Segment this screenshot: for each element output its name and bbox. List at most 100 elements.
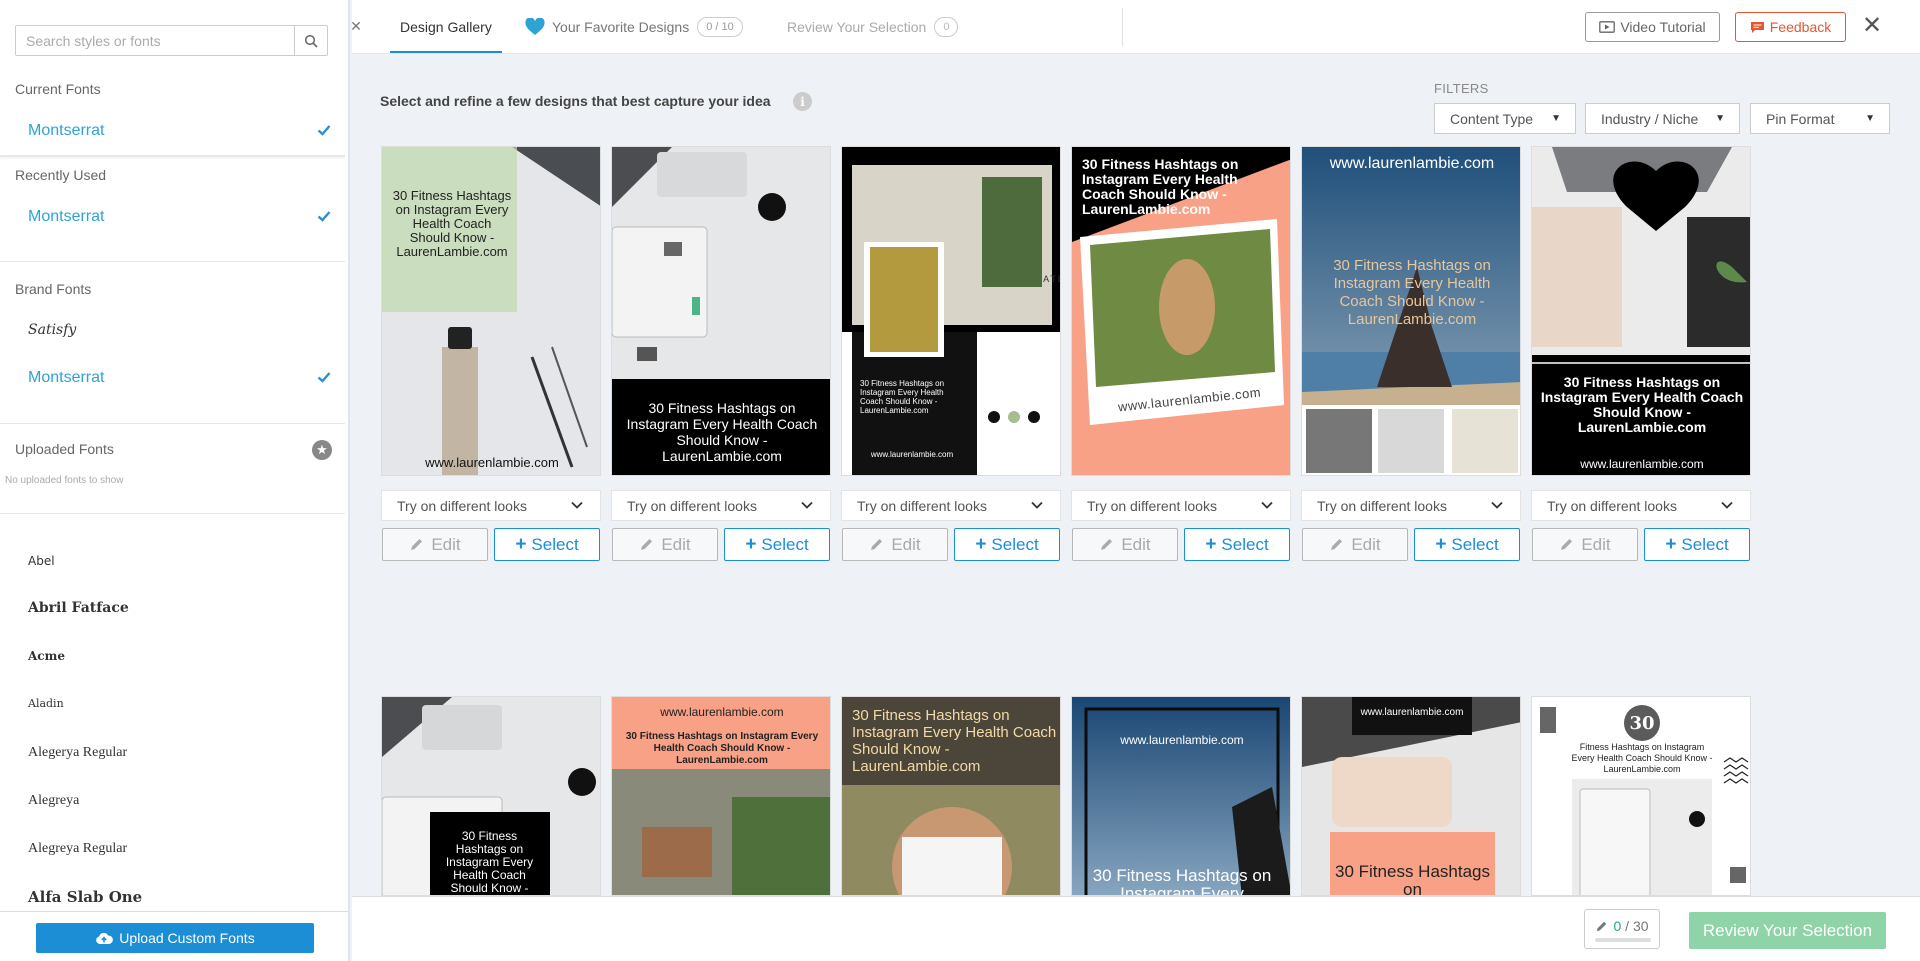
font-list-item[interactable]: Abel <box>28 554 55 568</box>
counter-text: 0 / 30 <box>1613 918 1648 934</box>
tab-review-selection[interactable]: Review Your Selection 0 <box>787 0 959 54</box>
edit-button[interactable]: Edit <box>1302 528 1408 561</box>
close-icon[interactable]: ✕ <box>1860 12 1884 40</box>
heart-icon <box>525 18 545 35</box>
select-button[interactable]: + Select <box>954 528 1060 561</box>
font-list-item[interactable]: Alegreya <box>28 793 79 809</box>
edit-button[interactable]: Edit <box>612 528 718 561</box>
pencil-icon <box>641 539 653 550</box>
chevron-down-icon <box>571 501 583 509</box>
card-url: www.laurenlambie.com <box>1120 733 1244 747</box>
edit-label: Edit <box>661 534 691 554</box>
tab-design-gallery[interactable]: Design Gallery <box>400 0 492 54</box>
card-title: 30 Fitness Hashtags on Instagram Every <box>1092 866 1272 896</box>
select-button[interactable]: + Select <box>1644 528 1750 561</box>
card-url: www.laurenlambie.com <box>425 455 559 470</box>
design-card[interactable]: 30 Fitness Hashtags on Instagram Every H… <box>1531 146 1751 476</box>
font-search-input[interactable] <box>16 26 294 55</box>
search-button[interactable] <box>294 26 327 55</box>
design-card[interactable]: 30 Fitness Hashtags on Instagram Every H… <box>841 696 1061 896</box>
recent-font-label: Montserrat <box>28 208 105 225</box>
divider <box>1122 8 1123 46</box>
brand-font-montserrat[interactable]: Montserrat <box>0 358 345 398</box>
try-looks-dropdown[interactable]: Try on different looks <box>1301 490 1521 521</box>
current-fonts-heading: Current Fonts <box>15 81 101 97</box>
font-search <box>15 25 328 56</box>
bottom-bar: 0 / 30 Review Your Selection <box>352 896 1920 961</box>
select-button[interactable]: + Select <box>1414 528 1520 561</box>
edit-button[interactable]: Edit <box>1072 528 1178 561</box>
tab-favorite-designs[interactable]: Your Favorite Designs 0 / 10 <box>525 0 743 54</box>
brand-font-label: Satisfy <box>28 322 77 338</box>
edit-button[interactable]: Edit <box>382 528 488 561</box>
recent-font-item[interactable]: Montserrat <box>0 197 345 237</box>
pencil-icon <box>1561 539 1573 550</box>
review-selection-button[interactable]: Review Your Selection <box>1689 912 1886 949</box>
font-list-item[interactable]: Alegreya Regular <box>28 841 127 857</box>
recent-fonts-heading: Recently Used <box>15 167 107 183</box>
collapse-sidebar-button[interactable]: ✕ <box>350 18 362 38</box>
design-card[interactable]: 30 Fitness Hashtags on Instagram Every H… <box>381 146 601 476</box>
design-card[interactable]: www.laurenlambie.com 30 Fitness Hashtags… <box>1301 146 1521 476</box>
design-card[interactable]: 30 Fitness Hashtags on Instagram Every H… <box>1071 146 1291 476</box>
select-label: Select <box>531 534 579 554</box>
card-url: www.laurenlambie.com <box>1329 155 1495 172</box>
try-looks-label: Try on different looks <box>1317 497 1447 514</box>
filter-pin-format[interactable]: Pin Format ▼ <box>1750 103 1890 134</box>
edit-button[interactable]: Edit <box>1532 528 1638 561</box>
design-card[interactable]: ATLAS 30 Fitness Hashtags on Instagram E… <box>841 146 1061 476</box>
instruction-text: Select and refine a few designs that bes… <box>380 93 771 109</box>
filter-label: Industry / Niche <box>1601 110 1699 127</box>
design-card[interactable]: www.laurenlambie.com 30 Fitness Hashtags… <box>1301 696 1521 896</box>
card-url: www.laurenlambie.com <box>1580 457 1704 471</box>
font-list-item[interactable]: Alfa Slab One <box>28 888 142 906</box>
feedback-button[interactable]: Feedback <box>1735 12 1846 42</box>
upload-custom-fonts-button[interactable]: Upload Custom Fonts <box>36 923 314 953</box>
try-looks-dropdown[interactable]: Try on different looks <box>1531 490 1751 521</box>
star-icon[interactable]: ★ <box>312 440 332 460</box>
select-button[interactable]: + Select <box>1184 528 1290 561</box>
select-button[interactable]: + Select <box>494 528 600 561</box>
try-looks-dropdown[interactable]: Try on different looks <box>841 490 1061 521</box>
filter-industry-niche[interactable]: Industry / Niche ▼ <box>1585 103 1740 134</box>
design-card[interactable]: 30 Fitness Hashtags on Instagram Every H… <box>611 146 831 476</box>
check-icon <box>317 125 331 136</box>
select-button[interactable]: + Select <box>724 528 830 561</box>
caret-down-icon: ▼ <box>1715 113 1725 124</box>
check-icon <box>317 211 331 222</box>
card-title: 30 Fitness Hashtags on Instagram Every H… <box>1540 374 1744 435</box>
try-looks-label: Try on different looks <box>397 497 527 514</box>
design-card[interactable]: 30 Fitness Hashtags on Instagram Every H… <box>381 696 601 896</box>
card-title: 30 Fitness Hashtags on Instagram Every H… <box>1082 156 1239 217</box>
font-list-item[interactable]: Alegerya Regular <box>28 745 127 761</box>
pencil-icon <box>1101 539 1113 550</box>
card-number: 30 <box>1629 713 1655 734</box>
caret-down-icon: ▼ <box>1865 113 1875 124</box>
video-tutorial-button[interactable]: Video Tutorial <box>1585 12 1720 42</box>
card-title: 30 Fitness Hashtags on Instagram Every H… <box>625 731 819 766</box>
card-url: www.laurenlambie.com <box>660 705 784 719</box>
brand-font-label: Montserrat <box>28 369 105 386</box>
card-url: www.laurenlambie.com <box>870 450 954 459</box>
current-font-item[interactable]: Montserrat <box>0 111 345 151</box>
design-card[interactable]: www.laurenlambie.com 30 Fitness Hashtags… <box>1071 696 1291 896</box>
chevron-down-icon <box>1491 501 1503 509</box>
try-looks-dropdown[interactable]: Try on different looks <box>381 490 601 521</box>
design-card[interactable]: www.laurenlambie.com 30 Fitness Hashtags… <box>611 696 831 896</box>
try-looks-dropdown[interactable]: Try on different looks <box>611 490 831 521</box>
pencil-icon <box>411 539 423 550</box>
font-list-item[interactable]: Abril Fatface <box>28 600 129 616</box>
info-icon[interactable]: i <box>793 92 812 111</box>
try-looks-dropdown[interactable]: Try on different looks <box>1071 490 1291 521</box>
card-title: 30 Fitness Hashtags on Instagram Every H… <box>392 188 512 259</box>
try-looks-label: Try on different looks <box>627 497 757 514</box>
selection-counter: 0 / 30 <box>1584 909 1660 949</box>
font-list-item[interactable]: Acme <box>28 649 65 663</box>
design-card[interactable]: 30 Fitness Hashtags on Instagram Every H… <box>1531 696 1751 896</box>
favorites-count-badge: 0 / 10 <box>697 17 743 37</box>
brand-font-satisfy[interactable]: Satisfy <box>0 310 345 350</box>
font-list-item[interactable]: Aladin <box>28 697 64 710</box>
upload-bar: Upload Custom Fonts <box>0 911 348 961</box>
edit-button[interactable]: Edit <box>842 528 948 561</box>
filter-content-type[interactable]: Content Type ▼ <box>1434 103 1576 134</box>
